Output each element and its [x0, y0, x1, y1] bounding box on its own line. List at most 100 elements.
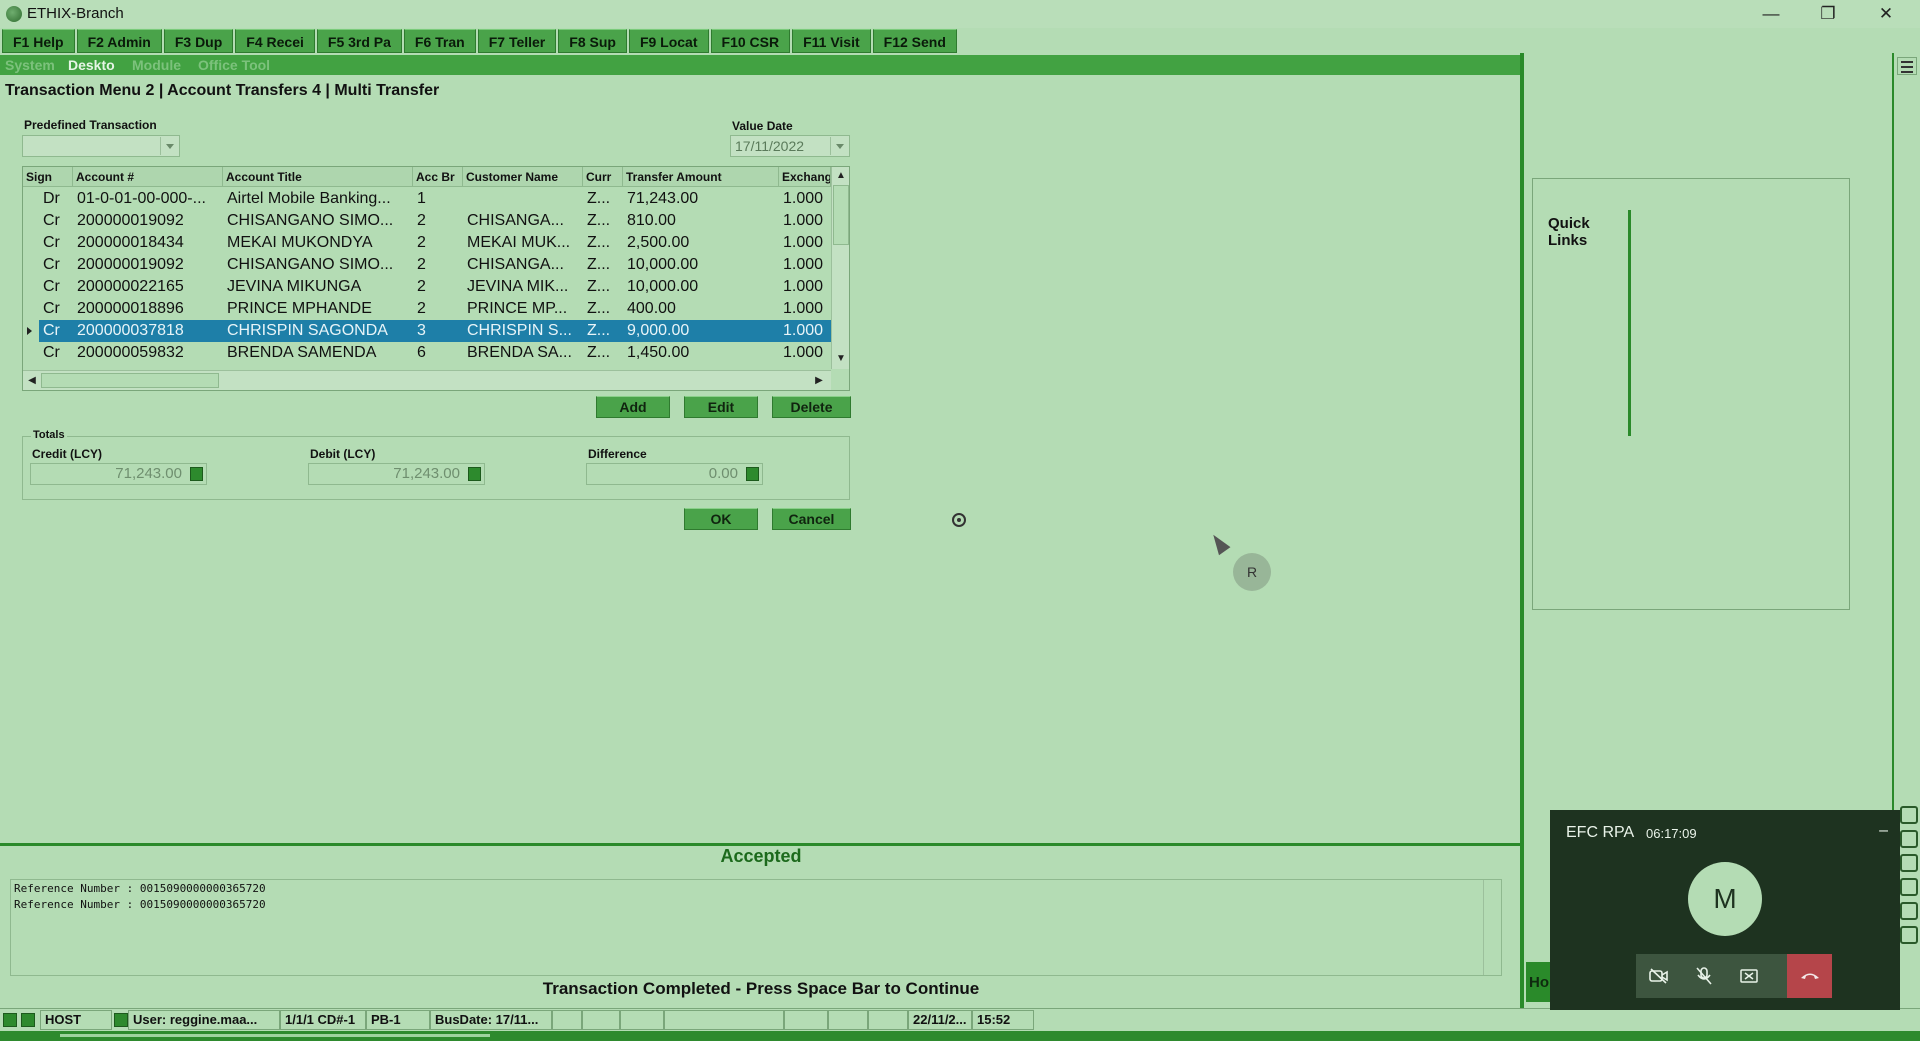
cell-curr[interactable]: Z... — [583, 210, 623, 232]
cell-curr[interactable]: Z... — [583, 254, 623, 276]
cell-customer-name[interactable]: CHISANGA... — [463, 210, 583, 232]
cell-acc-br[interactable]: 2 — [413, 276, 463, 298]
cell-account-number[interactable]: 200000019092 — [73, 254, 223, 276]
restore-button[interactable]: ❐ — [1805, 0, 1851, 28]
col-account-title[interactable]: Account Title — [223, 167, 413, 187]
cell-transfer-amount[interactable]: 10,000.00 — [623, 276, 779, 298]
close-button[interactable]: ✕ — [1863, 0, 1909, 28]
cancel-button[interactable]: Cancel — [772, 508, 851, 530]
end-call-button[interactable] — [1787, 954, 1832, 998]
cell-customer-name[interactable]: BRENDA SA... — [463, 342, 583, 364]
cell-sign[interactable]: Cr — [23, 276, 73, 298]
check-icon[interactable] — [1900, 926, 1918, 944]
cell-sign[interactable]: Cr — [23, 298, 73, 320]
list-icon[interactable] — [1900, 878, 1918, 896]
scroll-up-icon[interactable]: ▲ — [833, 168, 849, 184]
cell-transfer-amount[interactable]: 400.00 — [623, 298, 779, 320]
cell-exchange[interactable]: 1.000 — [779, 210, 831, 232]
cell-sign[interactable]: Cr — [23, 342, 73, 364]
table-row[interactable]: Cr 200000059832 BRENDA SAMENDA 6 BRENDA SA..… — [23, 342, 831, 364]
edit-button[interactable]: Edit — [684, 396, 758, 418]
delete-button[interactable]: Delete — [772, 396, 851, 418]
menu-office-tool[interactable]: Office Tool — [198, 57, 270, 73]
scroll-left-icon[interactable]: ◀ — [24, 373, 40, 389]
menu-icon[interactable] — [1897, 57, 1917, 75]
menu-desktop[interactable]: Deskto — [68, 57, 115, 73]
cell-account-number[interactable]: 200000019092 — [73, 210, 223, 232]
fkey-admin[interactable]: F2 Admin — [76, 29, 162, 53]
predefined-transaction-select[interactable] — [22, 135, 180, 157]
cell-curr[interactable]: Z... — [583, 188, 623, 210]
bulb-icon[interactable] — [1900, 854, 1918, 872]
cell-account-title[interactable]: PRINCE MPHANDE — [223, 298, 413, 320]
cell-account-title[interactable]: CHISANGANO SIMO... — [223, 210, 413, 232]
cell-acc-br[interactable]: 6 — [413, 342, 463, 364]
grid-vertical-scrollbar[interactable]: ▲ ▼ — [831, 167, 849, 369]
menu-system[interactable]: System — [5, 57, 55, 73]
home-icon[interactable] — [1900, 806, 1918, 824]
cell-curr[interactable]: Z... — [583, 232, 623, 254]
col-exchange[interactable]: Exchang — [779, 167, 831, 187]
fkey-locate[interactable]: F9 Locat — [628, 29, 709, 53]
col-transfer-amount[interactable]: Transfer Amount — [623, 167, 779, 187]
menu-module[interactable]: Module — [132, 57, 181, 73]
calculator-icon[interactable] — [190, 467, 203, 481]
scroll-right-icon[interactable]: ▶ — [811, 373, 827, 389]
cell-customer-name[interactable]: JEVINA MIK... — [463, 276, 583, 298]
cell-account-number[interactable]: 200000037818 — [73, 320, 223, 342]
cell-account-title[interactable]: JEVINA MIKUNGA — [223, 276, 413, 298]
camera-off-icon[interactable] — [1636, 954, 1681, 998]
avatar[interactable]: R — [1233, 553, 1271, 591]
fkey-visit[interactable]: F11 Visit — [792, 29, 871, 53]
fkey-send[interactable]: F12 Send — [872, 29, 957, 53]
cell-curr[interactable]: Z... — [583, 342, 623, 364]
cell-transfer-amount[interactable]: 9,000.00 — [623, 320, 779, 342]
fkey-help[interactable]: F1 Help — [2, 29, 75, 53]
table-row[interactable]: Cr 200000019092 CHISANGANO SIMO... 2 CHISANG… — [23, 254, 831, 276]
minimize-button[interactable]: — — [1748, 0, 1794, 28]
log-scrollbar[interactable] — [1483, 880, 1501, 975]
cell-exchange[interactable]: 1.000 — [779, 232, 831, 254]
share-screen-off-icon[interactable] — [1726, 954, 1771, 998]
cell-exchange[interactable]: 1.000 — [779, 254, 831, 276]
cell-sign[interactable]: Dr — [23, 188, 73, 210]
table-row[interactable]: Dr 01-0-01-00-000-... Airtel Mobile Bankin… — [23, 188, 831, 210]
table-row[interactable]: Cr 200000019092 CHISANGANO SIMO... 2 CHISANG… — [23, 210, 831, 232]
side-tab[interactable]: Ho — [1526, 962, 1552, 1002]
cell-curr[interactable]: Z... — [583, 320, 623, 342]
value-date-picker[interactable]: 17/11/2022 — [730, 135, 850, 157]
fkey-sup[interactable]: F8 Sup — [558, 29, 627, 53]
cell-acc-br[interactable]: 3 — [413, 320, 463, 342]
col-sign[interactable]: Sign — [23, 167, 73, 187]
cell-transfer-amount[interactable]: 10,000.00 — [623, 254, 779, 276]
scroll-thumb[interactable] — [833, 185, 849, 245]
cell-exchange[interactable]: 1.000 — [779, 320, 831, 342]
cell-exchange[interactable]: 1.000 — [779, 342, 831, 364]
chevron-down-icon[interactable] — [830, 137, 848, 155]
fkey-teller[interactable]: F7 Teller — [477, 29, 557, 53]
cell-customer-name[interactable] — [463, 188, 583, 210]
grid-horizontal-scrollbar[interactable]: ◀ ▶ — [23, 370, 831, 390]
cell-exchange[interactable]: 1.000 — [779, 188, 831, 210]
cell-acc-br[interactable]: 2 — [413, 254, 463, 276]
table-row[interactable]: Cr 200000037818 CHRISPIN SAGONDA 3 CHRISPIN … — [23, 320, 831, 342]
cell-sign[interactable]: Cr — [23, 210, 73, 232]
cell-sign[interactable]: Cr — [23, 254, 73, 276]
cell-curr[interactable]: Z... — [583, 298, 623, 320]
ok-button[interactable]: OK — [684, 508, 758, 530]
calculator-icon[interactable] — [468, 467, 481, 481]
cell-sign[interactable]: Cr — [23, 232, 73, 254]
scroll-thumb-horizontal[interactable] — [41, 373, 219, 388]
mic-off-icon[interactable] — [1681, 954, 1726, 998]
cell-acc-br[interactable]: 2 — [413, 232, 463, 254]
chevron-down-icon[interactable] — [160, 137, 178, 155]
col-acc-br[interactable]: Acc Br — [413, 167, 463, 187]
col-customer-name[interactable]: Customer Name — [463, 167, 583, 187]
cell-account-title[interactable]: BRENDA SAMENDA — [223, 342, 413, 364]
calculator-icon[interactable] — [746, 467, 759, 481]
table-row[interactable]: Cr 200000018896 PRINCE MPHANDE 2 PRINCE MP..… — [23, 298, 831, 320]
fkey-3rd-party[interactable]: F5 3rd Pa — [316, 29, 402, 53]
cell-account-title[interactable]: MEKAI MUKONDYA — [223, 232, 413, 254]
scroll-down-icon[interactable]: ▼ — [833, 351, 849, 367]
cell-account-number[interactable]: 200000022165 — [73, 276, 223, 298]
